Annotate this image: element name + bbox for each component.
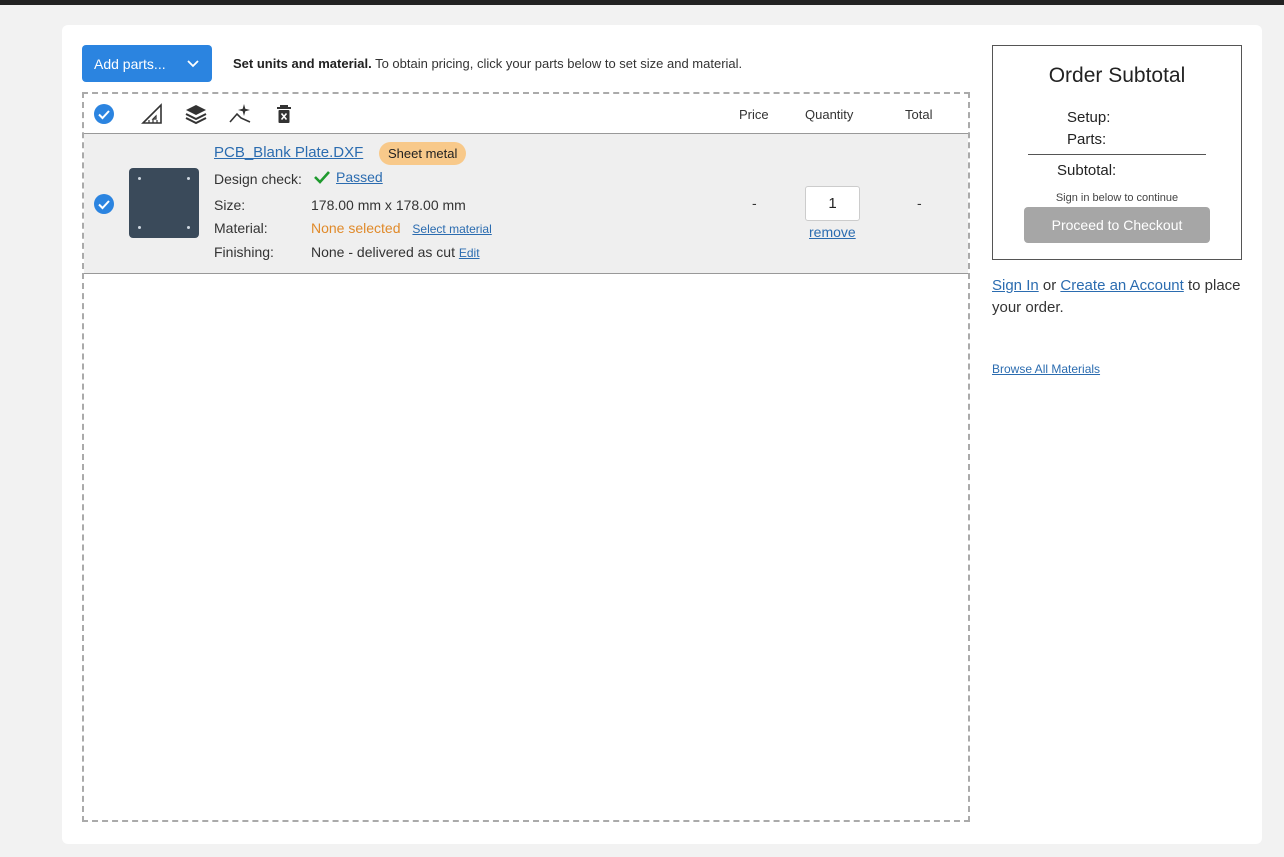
instructions-rest: To obtain pricing, click your parts belo… [371, 56, 743, 71]
part-thumbnail[interactable] [129, 168, 199, 238]
column-header-price: Price [739, 107, 769, 122]
parts-dropzone[interactable]: Price Quantity Total PCB_Blank Plate.DXF… [82, 92, 970, 822]
setup-label: Setup: [1067, 109, 1111, 126]
design-check-passed-link[interactable]: Passed [336, 169, 383, 185]
add-parts-label: Add parts... [94, 55, 166, 72]
material-value: None selected Select material [311, 220, 492, 236]
part-row[interactable]: PCB_Blank Plate.DXF Sheet metal Design c… [84, 134, 968, 274]
column-header-quantity: Quantity [805, 107, 854, 122]
trash-icon[interactable] [273, 103, 295, 125]
table-header: Price Quantity Total [84, 94, 968, 134]
browse-materials-link[interactable]: Browse All Materials [992, 362, 1100, 376]
order-subtotal-panel: Order Subtotal Setup: Parts: Subtotal: S… [992, 45, 1242, 260]
design-check-status: Passed [314, 169, 383, 185]
proceed-to-checkout-button[interactable]: Proceed to Checkout [1024, 207, 1210, 243]
instructions-text: Set units and material. To obtain pricin… [233, 56, 742, 71]
finishing-value: None - delivered as cut Edit [311, 244, 480, 260]
top-bar [0, 0, 1284, 5]
check-circle-icon[interactable] [93, 103, 115, 125]
sparkle-icon[interactable] [229, 103, 251, 125]
remove-link[interactable]: remove [809, 224, 856, 240]
row-check-icon[interactable] [93, 193, 115, 215]
price-value: - [752, 195, 757, 211]
finishing-label: Finishing: [214, 244, 274, 260]
layers-icon[interactable] [185, 103, 207, 125]
check-mark-icon [314, 171, 330, 184]
parts-label: Parts: [1067, 131, 1107, 148]
order-subtotal-title: Order Subtotal [1048, 64, 1186, 87]
subtotal-label: Subtotal: [1057, 162, 1117, 179]
finishing-value-text: None - delivered as cut [311, 244, 455, 260]
chevron-down-icon [187, 60, 199, 68]
size-value: 178.00 mm x 178.00 mm [311, 197, 466, 213]
process-badge: Sheet metal [379, 142, 467, 165]
select-material-link[interactable]: Select material [412, 222, 491, 236]
design-check-label: Design check: [214, 171, 302, 187]
account-prompt: Sign In or Create an Account to place yo… [992, 275, 1242, 319]
subtotal-divider [1028, 154, 1206, 155]
material-value-text: None selected [311, 220, 401, 236]
sign-in-link[interactable]: Sign In [992, 277, 1039, 294]
total-value: - [917, 195, 922, 211]
finishing-edit-link[interactable]: Edit [459, 246, 480, 260]
add-parts-button[interactable]: Add parts... [82, 45, 212, 82]
material-label: Material: [214, 220, 268, 236]
quantity-input[interactable]: 1 [805, 186, 860, 221]
sign-in-note: Sign in below to continue [1055, 192, 1179, 204]
create-account-link[interactable]: Create an Account [1060, 277, 1183, 294]
instructions-bold: Set units and material. [233, 56, 372, 71]
ruler-triangle-icon[interactable] [141, 103, 163, 125]
part-filename-link[interactable]: PCB_Blank Plate.DXF [214, 144, 363, 161]
size-label: Size: [214, 197, 246, 213]
main-card: Add parts... Set units and material. To … [62, 25, 1262, 844]
account-or-text: or [1038, 277, 1061, 294]
column-header-total: Total [905, 107, 933, 122]
